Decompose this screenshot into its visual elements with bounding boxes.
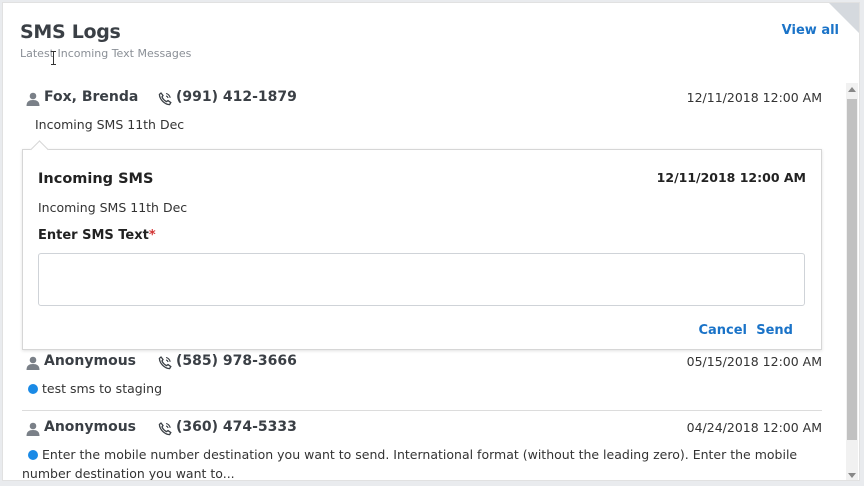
- popover-title: Incoming SMS: [38, 171, 154, 187]
- sms-text-label-text: Enter SMS Text: [38, 228, 149, 243]
- sms-reply-popover: Incoming SMS 12/11/2018 12:00 AM Incomin…: [22, 140, 822, 350]
- phone-icon: [158, 422, 172, 436]
- list-item[interactable]: Fox, Brenda (991) 412-1879 12/11/2018 12…: [22, 89, 822, 134]
- send-button[interactable]: Send: [756, 323, 793, 338]
- person-icon: [26, 422, 40, 436]
- log-date: 12/11/2018 12:00 AM: [686, 90, 822, 105]
- log-message-text: Enter the mobile number destination you …: [22, 447, 798, 481]
- log-message: Enter the mobile number destination you …: [22, 445, 822, 481]
- person-icon: [26, 356, 40, 370]
- unread-dot-icon: [28, 384, 38, 394]
- contact-name: Anonymous: [44, 419, 137, 435]
- scroll-down-icon[interactable]: [848, 473, 856, 478]
- popover-date: 12/11/2018 12:00 AM: [656, 170, 806, 185]
- contact-name: Anonymous: [44, 353, 137, 369]
- list-item[interactable]: Anonymous (585) 978-3666 05/15/2018 12:0…: [22, 353, 822, 398]
- popover-message: Incoming SMS 11th Dec: [38, 200, 188, 215]
- phone-number[interactable]: (585) 978-3666: [176, 353, 297, 369]
- phone-number[interactable]: (360) 474-5333: [176, 419, 297, 435]
- vertical-scrollbar[interactable]: [846, 83, 858, 480]
- person-icon: [26, 92, 40, 106]
- text-cursor-icon: [51, 51, 56, 65]
- popover-caret: [30, 140, 49, 159]
- contact-name: Fox, Brenda: [44, 89, 139, 105]
- sms-text-label: Enter SMS Text*: [38, 228, 156, 243]
- cancel-button[interactable]: Cancel: [698, 323, 747, 338]
- sms-log-list[interactable]: Fox, Brenda (991) 412-1879 12/11/2018 12…: [3, 83, 841, 481]
- phone-number[interactable]: (991) 412-1879: [176, 89, 297, 105]
- card-subtitle: Latest Incoming Text Messages: [20, 47, 192, 60]
- log-date: 05/15/2018 12:00 AM: [686, 354, 822, 369]
- list-item[interactable]: Anonymous (360) 474-5333 04/24/2018 12:0…: [22, 419, 822, 481]
- log-message: Incoming SMS 11th Dec: [35, 117, 185, 132]
- sms-text-input[interactable]: [38, 253, 805, 306]
- card-title: SMS Logs: [20, 21, 121, 43]
- log-date: 04/24/2018 12:00 AM: [686, 420, 822, 435]
- phone-icon: [158, 92, 172, 106]
- required-mark: *: [148, 228, 156, 243]
- scroll-up-icon[interactable]: [848, 87, 856, 92]
- sms-logs-card: SMS Logs Latest Incoming Text Messages V…: [2, 2, 860, 481]
- phone-icon: [158, 356, 172, 370]
- log-message: test sms to staging: [22, 379, 822, 398]
- view-all-link[interactable]: View all: [782, 23, 839, 38]
- log-message-text: test sms to staging: [42, 381, 163, 396]
- scrollbar-thumb[interactable]: [847, 99, 857, 440]
- divider: [22, 410, 822, 411]
- unread-dot-icon: [28, 450, 38, 460]
